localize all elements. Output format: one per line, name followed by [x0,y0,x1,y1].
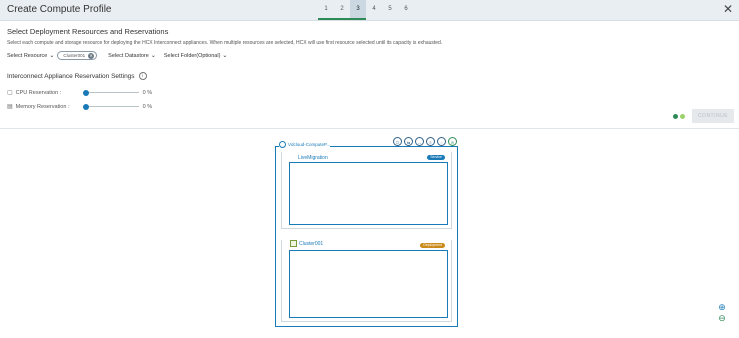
wizard-steps: 1 2 3 4 5 6 [318,0,414,20]
select-datastore-dropdown[interactable]: Select Datastore ⌄ [108,52,156,60]
deployment-badge: Deployment [420,243,445,248]
page-title: Create Compute Profile [7,4,112,15]
step-6[interactable]: 6 [398,0,414,20]
cluster-group: Cluster001 Deployment [281,240,452,322]
status-dots [673,114,687,119]
service-icon-row: ⎔ ⇆ ↔ ≡ ◌ ◎ [393,137,459,146]
cpu-reservation-value: 0 % [142,89,153,96]
status-dot [680,114,685,119]
memory-reservation-label: Memory Reservation : [15,103,70,110]
slider-track [82,106,139,107]
memory-reservation-slider[interactable] [82,103,139,110]
step-3[interactable]: 3 [350,0,366,20]
divider [0,128,739,129]
compute-container-label[interactable]: Vdcloud-ComputeP... [288,142,330,147]
cluster-label[interactable]: Cluster001 [299,241,323,247]
zoom-out-icon[interactable]: ⊖ [717,313,727,323]
step-2[interactable]: 2 [334,0,350,20]
close-icon[interactable]: ✕ [723,2,733,16]
live-migration-box [289,162,448,225]
live-migration-group: LiveMigration Service [281,152,452,229]
service-icon[interactable]: ≡ [426,137,435,146]
select-resource-dropdown[interactable]: Select Resource ⌄ Cluster001 ✕ [7,51,100,60]
select-resource-label: Select Resource [7,52,48,59]
resource-pill[interactable]: Cluster001 ✕ [57,51,98,60]
step-1[interactable]: 1 [318,0,334,20]
reservation-title-text: Interconnect Appliance Reservation Setti… [7,72,135,80]
resource-selectors: Select Resource ⌄ Cluster001 ✕ Select Da… [7,51,235,60]
chevron-down-icon: ⌄ [49,53,55,59]
cluster-icon [290,240,297,247]
cpu-reservation-label: CPU Reservation : [15,89,62,96]
memory-reservation-row: ▤ Memory Reservation : 0 % [7,103,152,110]
memory-reservation-value: 0 % [142,103,153,110]
chevron-down-icon: ⌄ [150,53,156,59]
cluster-header: Cluster001 [290,240,323,247]
remove-icon[interactable]: ✕ [88,52,95,59]
topology-diagram: Vdcloud-ComputeP... ⎔ ⇆ ↔ ≡ ◌ ◎ LiveMigr… [275,137,458,327]
continue-button[interactable]: CONTINUE [692,109,734,123]
section-description: Select each compute and storage resource… [7,40,443,46]
step-4[interactable]: 4 [366,0,382,20]
status-dot [673,114,678,119]
chevron-down-icon: ⌄ [222,53,228,59]
cpu-reservation-slider[interactable] [82,89,139,96]
cpu-reservation-row: ▢ CPU Reservation : 0 % [7,89,152,96]
service-badge: Service [427,155,445,160]
service-icon[interactable]: ↔ [415,137,424,146]
resource-pill-label: Cluster001 [63,53,86,58]
info-icon[interactable]: i [138,72,147,80]
compute-container-header: Vdcloud-ComputeP... [279,141,331,148]
service-icon[interactable]: ⎔ [393,137,402,146]
slider-track [82,92,139,93]
step-5[interactable]: 5 [382,0,398,20]
reservation-settings-title: Interconnect Appliance Reservation Setti… [7,72,147,80]
service-icon[interactable]: ◎ [448,137,457,146]
zoom-in-icon[interactable]: ⊕ [717,302,727,312]
memory-icon: ▤ [7,104,13,110]
slider-thumb[interactable] [82,89,89,96]
slider-thumb[interactable] [82,103,89,110]
cpu-icon: ▢ [7,90,13,96]
service-icon[interactable]: ⇆ [404,137,413,146]
select-datastore-label: Select Datastore [108,52,149,59]
select-folder-dropdown[interactable]: Select Folder(Optional) ⌄ [163,52,228,60]
cluster-box [289,250,448,318]
modal-header: Create Compute Profile 1 2 3 4 5 6 ✕ [0,0,739,21]
live-migration-label: LiveMigration [298,155,328,161]
select-folder-label: Select Folder(Optional) [163,52,221,59]
service-icon[interactable]: ◌ [437,137,446,146]
section-title: Select Deployment Resources and Reservat… [7,27,169,36]
compute-container-icon [279,141,286,148]
